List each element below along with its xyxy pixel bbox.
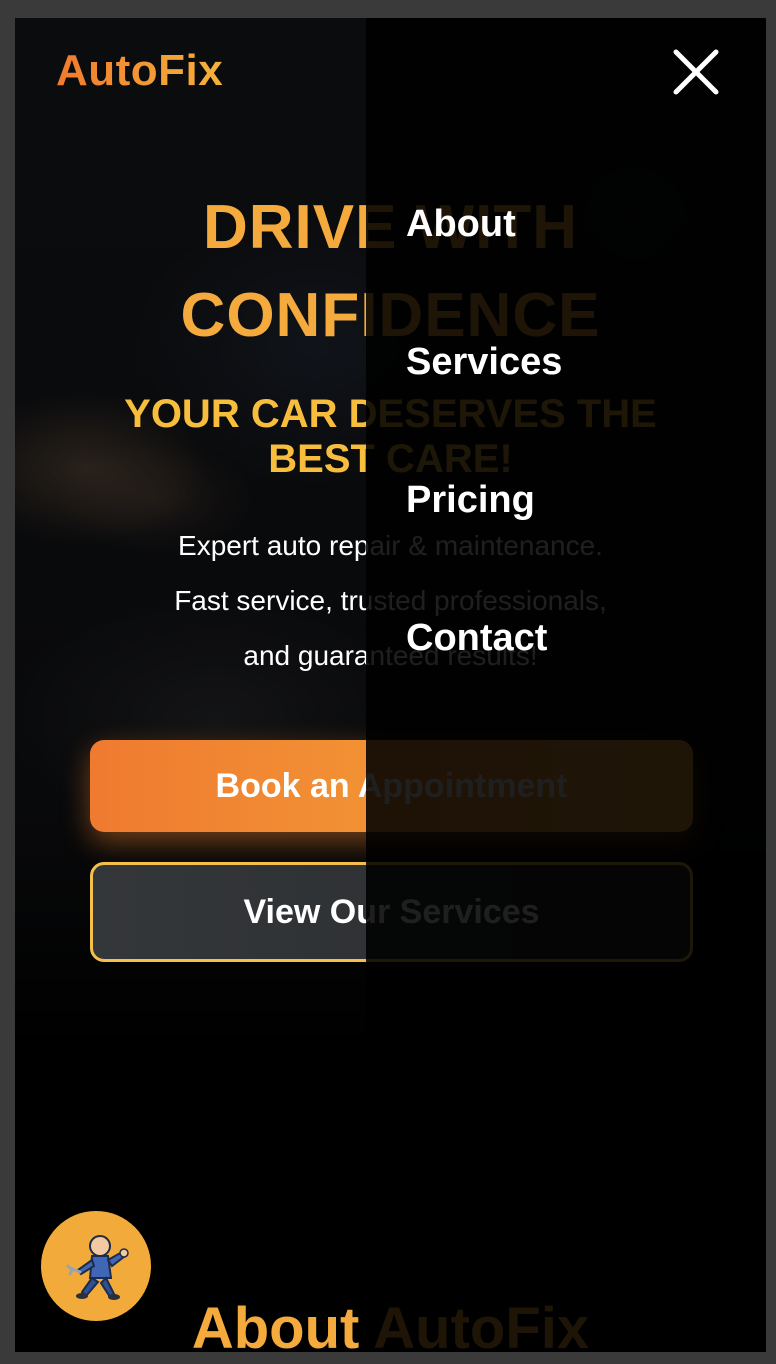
mobile-nav-menu: About Services Pricing Contact — [366, 18, 766, 1352]
page-viewport: AutoFix DRIVE WITH CONFIDENCE YOUR CAR D… — [15, 18, 766, 1352]
nav-link-contact[interactable]: Contact — [406, 616, 547, 660]
mascot-chat-button[interactable] — [41, 1211, 151, 1321]
nav-link-pricing[interactable]: Pricing — [406, 478, 535, 522]
close-menu-button[interactable] — [668, 44, 724, 100]
close-icon — [673, 49, 719, 95]
brand-logo[interactable]: AutoFix — [56, 46, 223, 96]
nav-link-services[interactable]: Services — [406, 340, 562, 384]
mechanic-mascot-icon — [66, 1235, 129, 1300]
nav-link-about[interactable]: About — [406, 202, 516, 246]
